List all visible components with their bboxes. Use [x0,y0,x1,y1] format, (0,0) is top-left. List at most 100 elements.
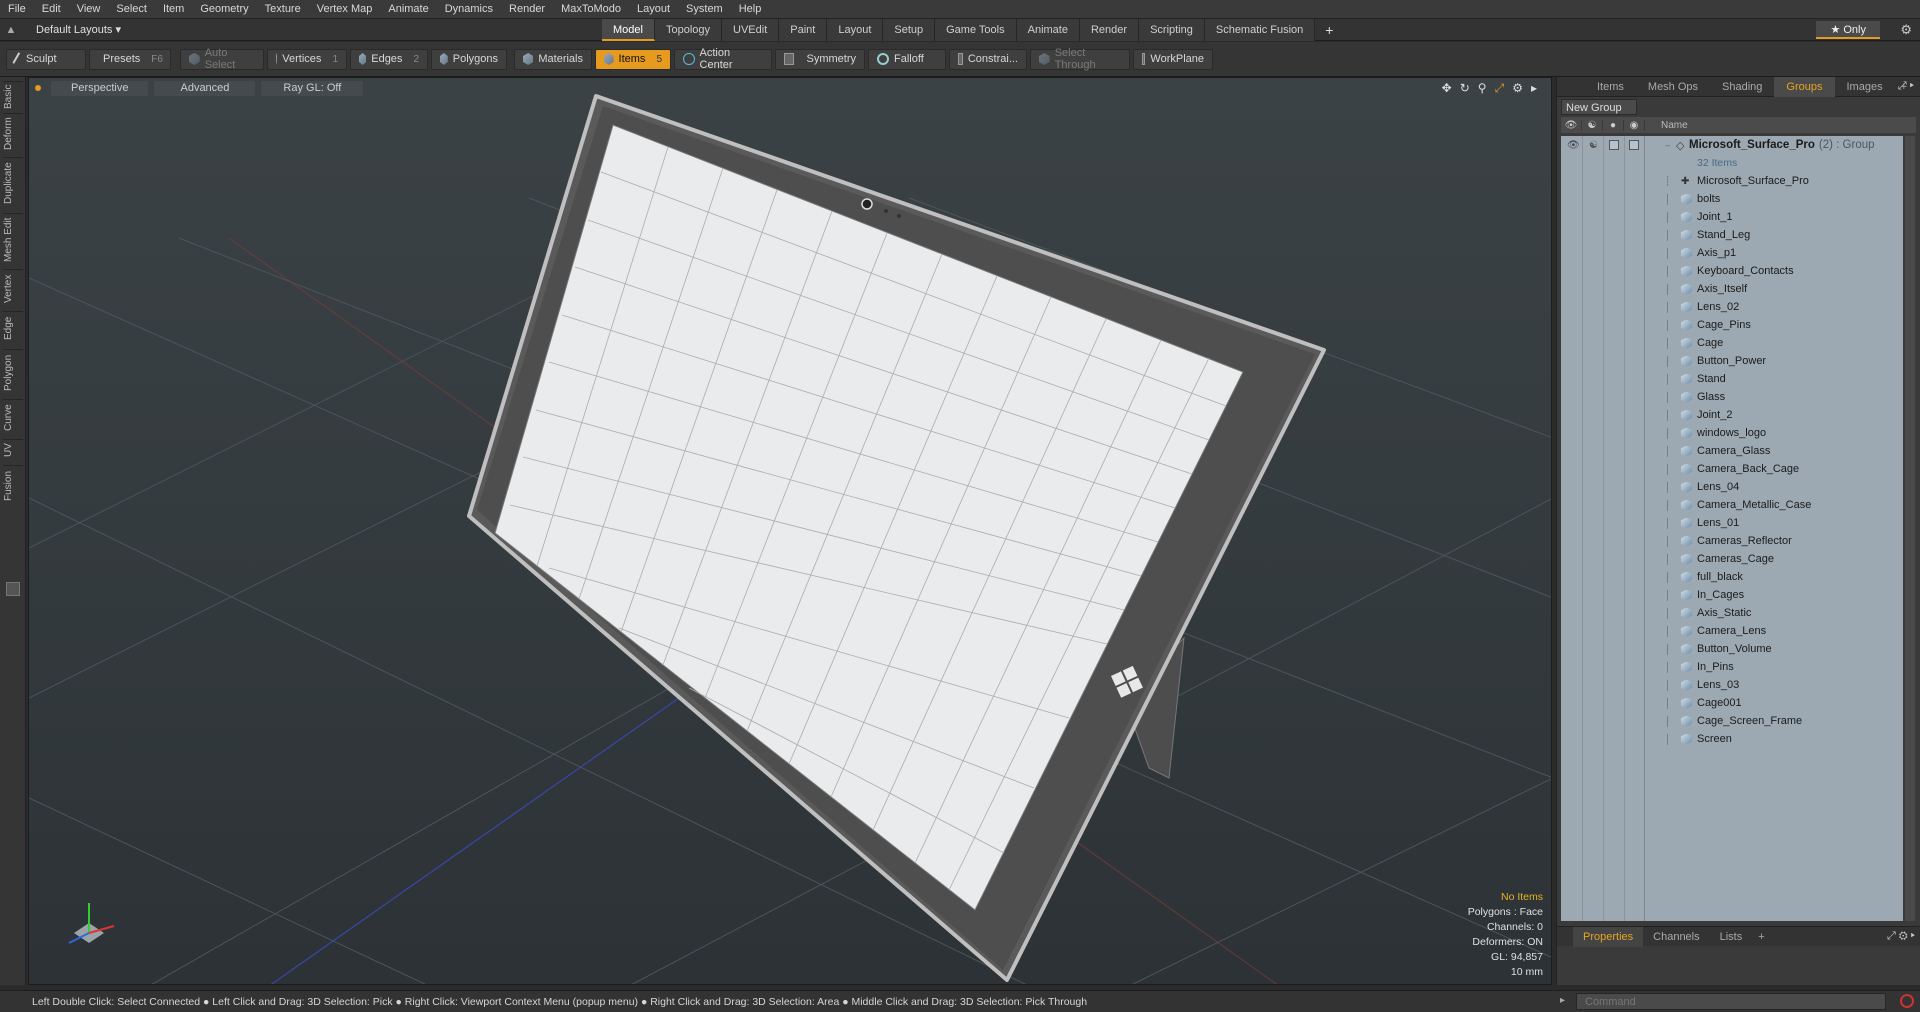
select-through-button[interactable]: Select Through [1030,47,1130,71]
menu-animate[interactable]: Animate [380,0,436,19]
sculpt-button[interactable]: Sculpt [6,48,86,70]
menu-layout[interactable]: Layout [629,0,678,19]
vtab-edge[interactable]: Edge [3,311,23,345]
add-tab-button[interactable]: + [1315,19,1343,41]
list-item[interactable]: │ Cameras_Reflector [1561,532,1903,550]
tab-setup[interactable]: Setup [883,18,936,41]
list-item[interactable]: │ Joint_1 [1561,208,1903,226]
rotate-view-icon[interactable]: ↻ [1460,81,1470,96]
menu-help[interactable]: Help [731,0,770,19]
tab-shading[interactable]: Shading [1710,77,1774,97]
only-toggle[interactable]: ★ Only [1816,21,1880,39]
list-item[interactable]: │ Lens_03 [1561,676,1903,694]
tab-properties[interactable]: Properties [1573,926,1644,947]
layout-collapse-icon[interactable]: ▲ [0,24,22,36]
tab-lists[interactable]: Lists [1710,927,1753,947]
list-item[interactable]: │ Lens_02 [1561,298,1903,316]
list-item[interactable]: │ Joint_2 [1561,406,1903,424]
list-item[interactable]: │ Button_Power [1561,352,1903,370]
viewport-menu-dot[interactable] [35,85,41,91]
list-item[interactable]: │ Button_Volume [1561,640,1903,658]
list-item[interactable]: │ Lens_04 [1561,478,1903,496]
items-button[interactable]: Items 5 [595,48,671,70]
perspective-dropdown[interactable]: Perspective [51,80,149,96]
tab-groups[interactable]: Groups [1774,76,1835,97]
menu-render[interactable]: Render [501,0,553,19]
vertices-button[interactable]: Vertices 1 [267,48,347,70]
menu-geometry[interactable]: Geometry [192,0,256,19]
lock-icon[interactable]: ☯ [1589,140,1598,151]
list-item[interactable]: │ Cameras_Cage [1561,550,1903,568]
tab-topology[interactable]: Topology [654,18,723,41]
properties-settings-icon[interactable]: ⤢ ⚙ ▸ [1887,930,1915,943]
tab-model[interactable]: Model [602,18,655,41]
vtab-deform[interactable]: Deform [3,113,23,153]
visibility-eye-icon[interactable]: 👁 [1567,140,1580,151]
vtab-uv[interactable]: UV [3,439,23,461]
tab-scripting[interactable]: Scripting [1139,18,1205,41]
menu-view[interactable]: View [69,0,109,19]
action-center-button[interactable]: Action Center [674,47,772,71]
auto-select-button[interactable]: Auto Select [180,47,264,71]
list-item[interactable]: │ full_black [1561,568,1903,586]
list-item[interactable]: │ Camera_Metallic_Case [1561,496,1903,514]
menu-item[interactable]: Item [155,0,192,19]
menu-maxtomodo[interactable]: MaxToModo [553,0,629,19]
render-column-icon[interactable]: ◉ [1624,119,1645,131]
list-item[interactable]: │ Axis_Itself [1561,280,1903,298]
list-item[interactable]: │ In_Pins [1561,658,1903,676]
tab-game-tools[interactable]: Game Tools [935,18,1017,41]
menu-dynamics[interactable]: Dynamics [437,0,501,19]
workplane-button[interactable]: WorkPlane [1133,48,1213,70]
advanced-dropdown[interactable]: Advanced [154,80,256,96]
visibility-column-icon[interactable]: 👁 [1561,119,1582,131]
3d-viewport[interactable]: Perspective Advanced Ray GL: Off ✥ ↻ ⚲ ⤢… [28,77,1552,985]
polygons-button[interactable]: Polygons [431,48,507,70]
viewport-expand-icon[interactable]: ▸ [1531,81,1537,96]
list-item[interactable]: │ Keyboard_Contacts [1561,262,1903,280]
list-item[interactable]: │ bolts [1561,190,1903,208]
tab-layout[interactable]: Layout [827,18,884,41]
falloff-button[interactable]: Falloff [868,48,946,70]
tab-items[interactable]: Items [1585,77,1636,97]
raygl-dropdown[interactable]: Ray GL: Off [261,80,364,96]
tab-animate[interactable]: Animate [1016,18,1080,41]
menu-select[interactable]: Select [108,0,155,19]
vtab-duplicate[interactable]: Duplicate [3,157,23,209]
tab-paint[interactable]: Paint [779,18,828,41]
select-column-icon[interactable]: ● [1603,119,1624,131]
list-item[interactable]: ┊ ✚ Microsoft_Surface_Pro [1561,172,1903,190]
group-row[interactable]: 👁 ☯ – ◇ Microsoft_Surface_Pro (2) : Group [1561,136,1903,154]
panel-maximize-icon[interactable]: ⤢ ▸ [1898,80,1914,93]
vtab-basic[interactable]: Basic [3,81,23,111]
menu-edit[interactable]: Edit [34,0,69,19]
constrain-button[interactable]: Constrai... [949,48,1027,70]
vtab-vertex[interactable]: Vertex [3,269,23,307]
vtab-mesh-edit[interactable]: Mesh Edit [3,213,23,265]
menu-system[interactable]: System [678,0,731,19]
menu-vertex-map[interactable]: Vertex Map [309,0,381,19]
zoom-view-icon[interactable]: ⚲ [1478,81,1487,96]
vtab-polygon[interactable]: Polygon [3,349,23,395]
tab-channels[interactable]: Channels [1643,927,1709,947]
list-item[interactable]: │ Cage [1561,334,1903,352]
edges-button[interactable]: Edges 2 [350,48,428,70]
select-checkbox[interactable] [1609,140,1619,150]
scene-render[interactable] [29,78,1552,985]
list-item[interactable]: │ Stand [1561,370,1903,388]
tab-images[interactable]: Images [1835,77,1895,97]
list-item[interactable]: │ Axis_p1 [1561,244,1903,262]
list-item[interactable]: │ Camera_Back_Cage [1561,460,1903,478]
list-scrollbar[interactable] [1905,136,1915,921]
list-item[interactable]: │ Cage_Screen_Frame [1561,712,1903,730]
list-item[interactable]: │ Cage001 [1561,694,1903,712]
tab-uvedit[interactable]: UVEdit [722,18,780,41]
tab-schematic-fusion[interactable]: Schematic Fusion [1204,18,1316,41]
viewport-settings-icon[interactable]: ⚙ [1512,81,1523,96]
list-item[interactable]: │ Glass [1561,388,1903,406]
new-group-button[interactable]: New Group [1561,99,1637,115]
add-properties-tab-button[interactable]: + [1752,931,1770,943]
render-checkbox[interactable] [1629,140,1639,150]
vtab-curve[interactable]: Curve [3,399,23,435]
list-item[interactable]: │ Stand_Leg [1561,226,1903,244]
